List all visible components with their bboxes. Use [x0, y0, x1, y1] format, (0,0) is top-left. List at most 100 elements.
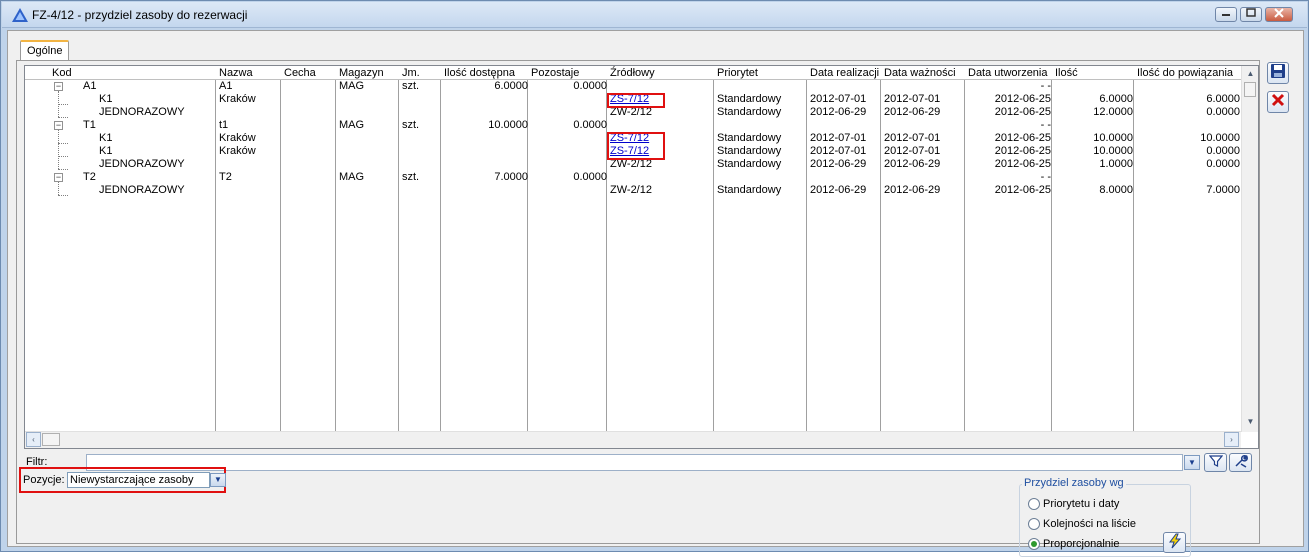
cell-data-utworzenia: 2012-06-25	[994, 158, 1051, 170]
tree-collapse-icon[interactable]: −	[54, 121, 63, 130]
cell-priorytet: Standardowy	[717, 184, 782, 196]
minimize-button[interactable]	[1215, 7, 1237, 22]
cell-priorytet: Standardowy	[717, 132, 782, 144]
radio-kolejnosci[interactable]	[1028, 518, 1040, 530]
radio-label-kolejnosci[interactable]: Kolejności na liście	[1043, 518, 1136, 530]
resources-grid[interactable]: Kod Nazwa Cecha Magazyn Jm. Ilość dostęp…	[24, 65, 1259, 449]
tree-collapse-icon[interactable]: −	[54, 173, 63, 182]
scroll-thumb[interactable]	[42, 433, 60, 446]
save-button[interactable]	[1267, 62, 1289, 84]
cell-data-realizacji: 2012-06-29	[810, 158, 867, 170]
cell-data-realizacji: 2012-07-01	[810, 93, 867, 105]
tab-ogolne[interactable]: Ogólne	[20, 40, 70, 61]
cell-ilosc-do-powiazania: 0.0000	[1206, 106, 1240, 118]
grid-column-divider	[806, 66, 807, 432]
tree-collapse-icon[interactable]: −	[54, 82, 63, 91]
cell-kod: A1	[83, 80, 97, 92]
cell-data-waznosci: 2012-07-01	[884, 145, 941, 157]
scroll-left-icon[interactable]: ‹	[26, 432, 41, 447]
lightning-icon	[1168, 533, 1181, 549]
cell-ilosc: 10.0000	[1093, 145, 1133, 157]
column-header-data-waznosci[interactable]: Data ważności	[884, 67, 956, 79]
cell-nazwa: t1	[219, 119, 229, 131]
filter-input[interactable]	[86, 454, 1183, 471]
execute-button[interactable]	[1163, 532, 1186, 553]
close-icon	[1274, 8, 1284, 18]
cell-ilosc-do-powiazania: 0.0000	[1206, 145, 1240, 157]
cell-priorytet: Standardowy	[717, 106, 782, 118]
title-bar: FZ-4/12 - przydziel zasoby do rezerwacji	[2, 2, 1307, 28]
grid-header: Kod Nazwa Cecha Magazyn Jm. Ilość dostęp…	[25, 66, 1241, 80]
cell-data-utworzenia: 2012-06-25	[994, 106, 1051, 118]
grid-column-divider	[713, 66, 714, 432]
chevron-down-icon[interactable]: ▼	[1184, 455, 1200, 470]
column-header-nazwa[interactable]: Nazwa	[219, 67, 253, 79]
cell-ilosc-dostepna: 10.0000	[488, 119, 528, 131]
tree-connector	[58, 117, 68, 118]
radio-label-proporcjonalnie[interactable]: Proporcjonalnie	[1043, 538, 1119, 550]
cell-nazwa: A1	[219, 80, 233, 92]
filter-settings-button[interactable]	[1229, 453, 1252, 472]
column-header-priorytet[interactable]: Priorytet	[717, 67, 758, 79]
grid-column-divider	[335, 66, 336, 432]
cell-nazwa: T2	[219, 171, 232, 183]
vertical-scrollbar[interactable]: ▲ ▼	[1241, 66, 1258, 432]
cell-data-utworzenia: 2012-06-25	[994, 132, 1051, 144]
cell-data-utworzenia: 2012-06-25	[994, 145, 1051, 157]
column-header-data-utworzenia[interactable]: Data utworzenia	[968, 67, 1048, 79]
save-icon	[1271, 64, 1285, 78]
tree-connector	[58, 182, 59, 195]
tab-panel: Kod Nazwa Cecha Magazyn Jm. Ilość dostęp…	[16, 60, 1260, 557]
column-header-jm[interactable]: Jm.	[402, 67, 420, 79]
maximize-button[interactable]	[1240, 7, 1262, 22]
cell-jm: szt.	[402, 119, 420, 131]
pozycje-select[interactable]: Niewystarczające zasoby	[67, 472, 210, 488]
cell-ilosc: 10.0000	[1093, 132, 1133, 144]
cell-pozostaje: 0.0000	[573, 171, 607, 183]
column-header-kod[interactable]: Kod	[52, 67, 72, 79]
cancel-icon	[1271, 93, 1285, 107]
horizontal-scrollbar[interactable]: ‹ ›	[25, 431, 1241, 448]
scroll-down-icon[interactable]: ▼	[1243, 415, 1258, 430]
scroll-thumb[interactable]	[1244, 82, 1256, 97]
filter-button[interactable]	[1204, 453, 1227, 472]
cell-ilosc-dostepna: 6.0000	[494, 80, 528, 92]
column-header-cecha[interactable]: Cecha	[284, 67, 316, 79]
chevron-down-icon[interactable]: ▼	[210, 473, 226, 487]
scroll-up-icon[interactable]: ▲	[1243, 67, 1258, 82]
column-header-data-realizacji[interactable]: Data realizacji	[810, 67, 879, 79]
cell-ilosc-do-powiazania: 10.0000	[1200, 132, 1240, 144]
cell-ilosc-do-powiazania: 7.0000	[1206, 184, 1240, 196]
close-window-button[interactable]	[1265, 7, 1293, 22]
cell-priorytet: Standardowy	[717, 158, 782, 170]
tree-connector	[58, 156, 68, 157]
cancel-button[interactable]	[1267, 91, 1289, 113]
column-header-zrodlowy[interactable]: Źródłowy	[610, 67, 655, 79]
column-header-ilosc[interactable]: Ilość	[1055, 67, 1078, 79]
cell-priorytet: Standardowy	[717, 145, 782, 157]
radio-priorytetu[interactable]	[1028, 498, 1040, 510]
column-header-pozostaje[interactable]: Pozostaje	[531, 67, 579, 79]
cell-kod: K1	[99, 93, 113, 105]
cell-data-waznosci: 2012-07-01	[884, 132, 941, 144]
cell-kod: T1	[83, 119, 96, 131]
cell-ilosc-dostepna: 7.0000	[494, 171, 528, 183]
cell-jm: szt.	[402, 80, 420, 92]
highlight-box	[607, 132, 665, 160]
scroll-right-icon[interactable]: ›	[1224, 432, 1239, 447]
radio-proporcjonalnie[interactable]	[1028, 538, 1040, 550]
cell-data-waznosci: 2012-07-01	[884, 93, 941, 105]
column-header-ilosc-do-powiazania[interactable]: Ilość do powiązania	[1137, 67, 1233, 79]
cell-kod: K1	[99, 132, 113, 144]
app-window: FZ-4/12 - przydziel zasoby do rezerwacji…	[0, 0, 1309, 557]
highlight-box	[607, 93, 665, 108]
column-header-magazyn[interactable]: Magazyn	[339, 67, 384, 79]
cell-jm: szt.	[402, 171, 420, 183]
cell-data-utworzenia: 2012-06-25	[994, 184, 1051, 196]
cell-kod: T2	[83, 171, 96, 183]
pozycje-value: Niewystarczające zasoby	[70, 474, 194, 486]
column-header-ilosc-dostepna[interactable]: Ilość dostępna	[444, 67, 515, 79]
radio-label-priorytetu[interactable]: Priorytetu i daty	[1043, 498, 1119, 510]
cell-ilosc: 6.0000	[1099, 93, 1133, 105]
grid-column-divider	[880, 66, 881, 432]
